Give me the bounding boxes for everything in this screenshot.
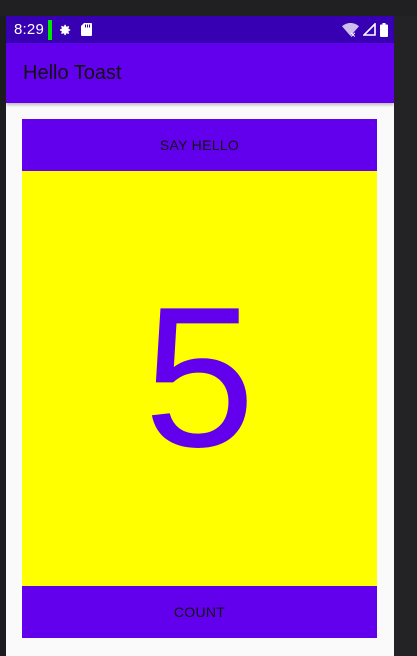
battery-icon	[380, 22, 388, 37]
count-display: 5	[22, 171, 377, 586]
device-frame-top	[0, 0, 417, 16]
device-frame-side	[394, 16, 417, 656]
phone-screen: 8:29 Hello Toast SAY HELLO 5 COUNT	[6, 16, 394, 656]
app-bar: Hello Toast	[6, 43, 394, 103]
settings-icon	[58, 23, 72, 37]
wifi-icon	[342, 22, 359, 37]
say-hello-button[interactable]: SAY HELLO	[22, 119, 377, 171]
app-title: Hello Toast	[23, 61, 122, 84]
status-time: 8:29	[14, 21, 44, 38]
sd-card-icon	[81, 23, 92, 36]
status-bar: 8:29	[6, 16, 394, 43]
count-button[interactable]: COUNT	[22, 586, 377, 638]
status-right-icons	[342, 16, 388, 43]
count-value: 5	[143, 265, 256, 489]
signal-icon	[363, 23, 376, 36]
main-content: SAY HELLO 5 COUNT	[22, 119, 377, 638]
status-indicator	[48, 19, 52, 40]
